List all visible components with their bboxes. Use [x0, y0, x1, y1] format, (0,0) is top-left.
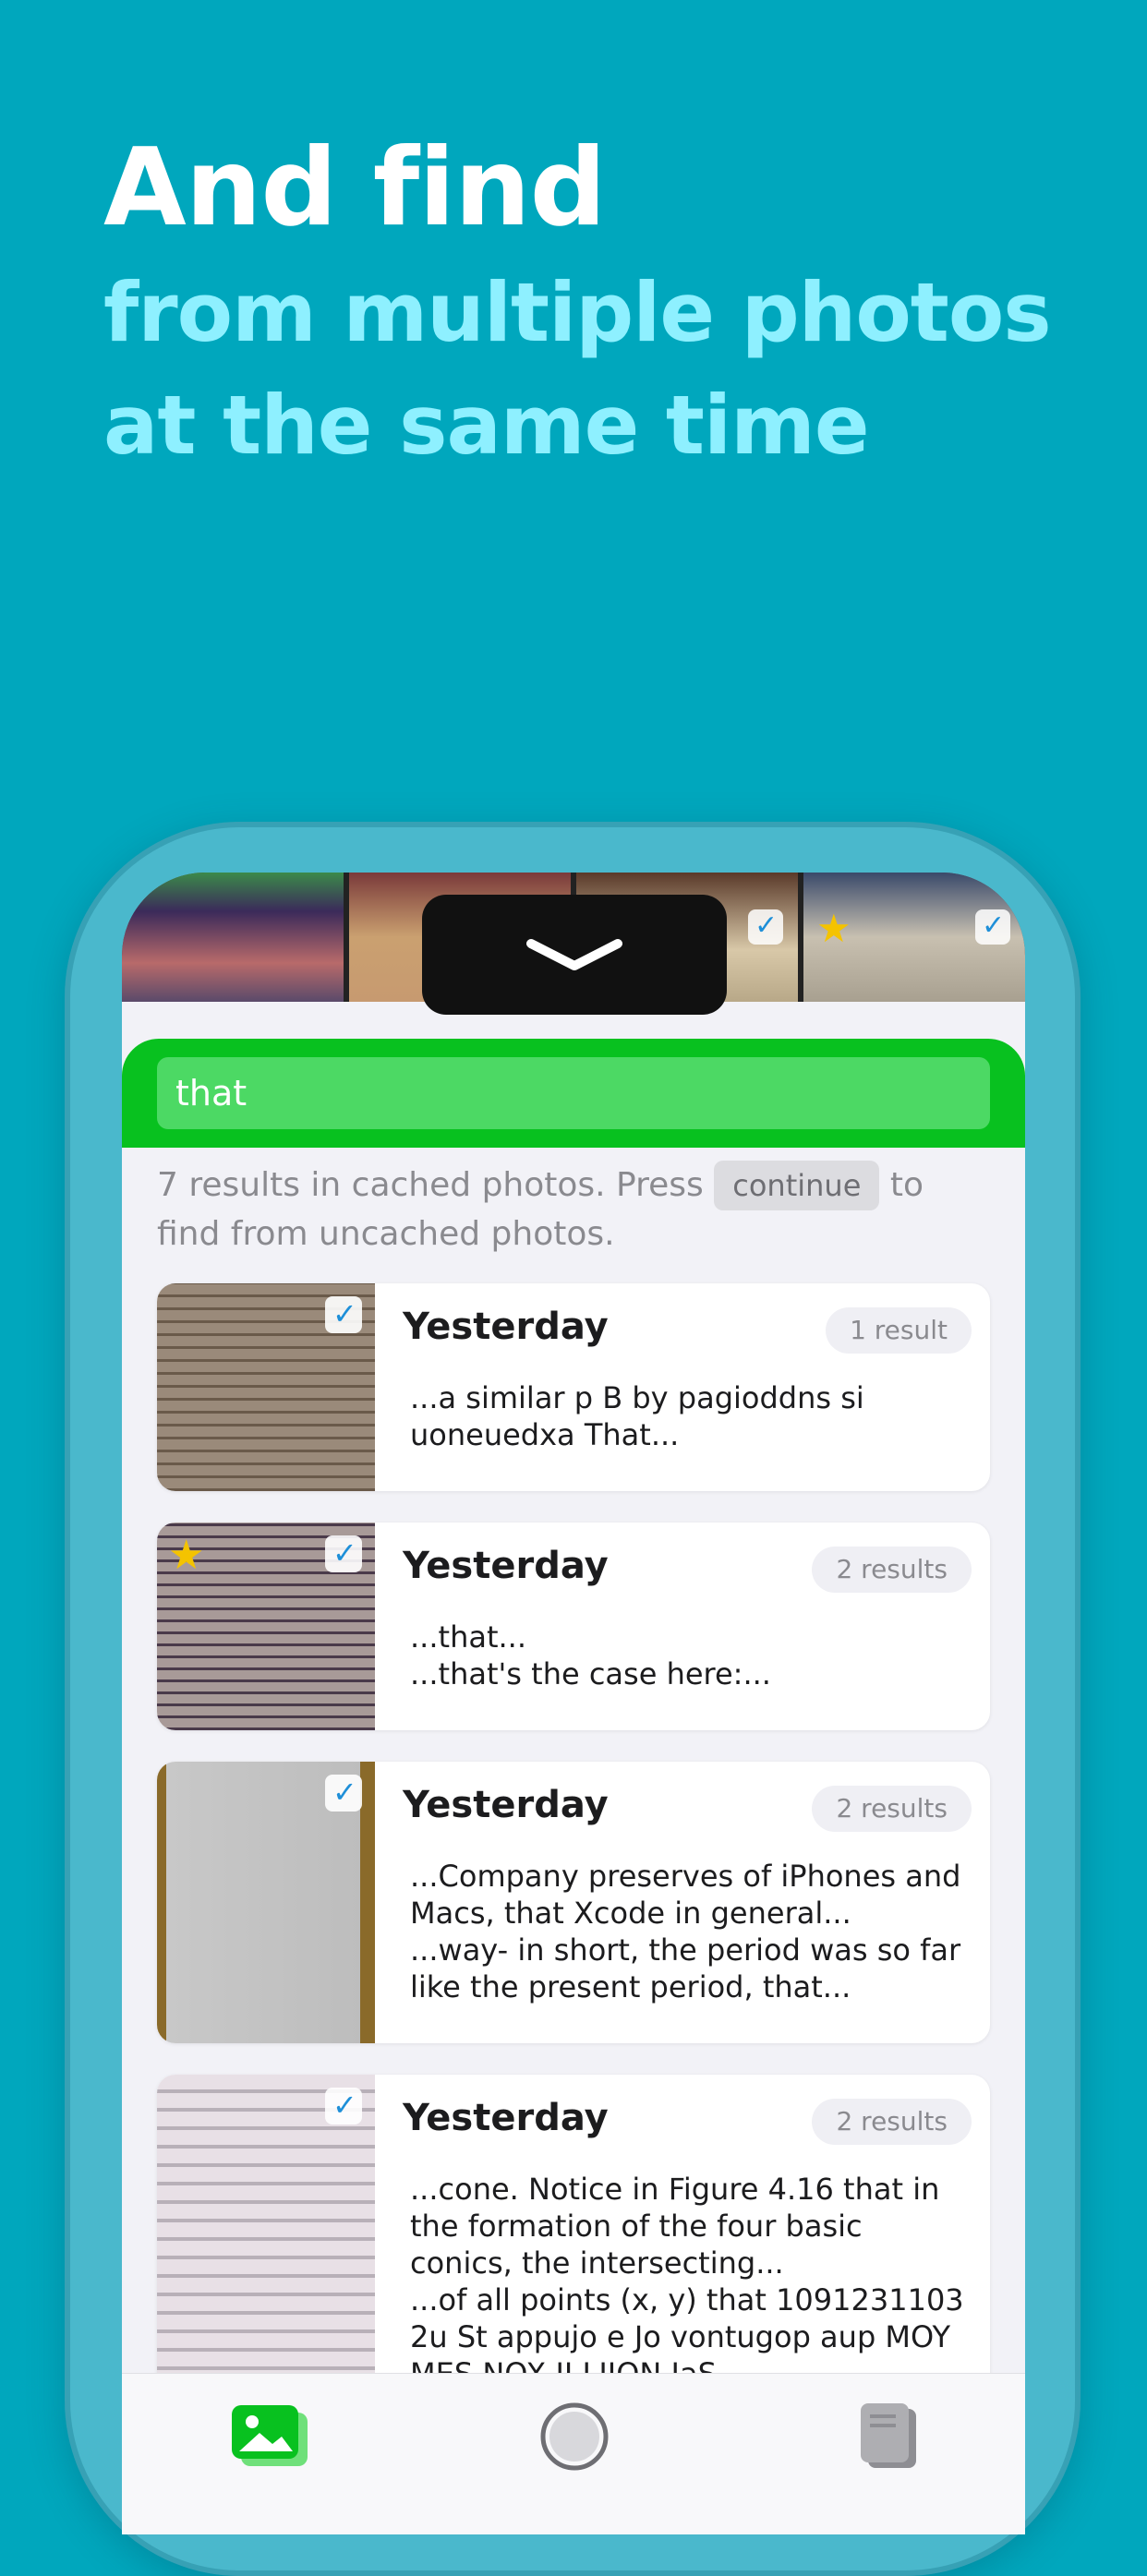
- result-title: Yesterday: [403, 1545, 609, 1587]
- tab-photos[interactable]: [228, 2400, 311, 2477]
- collapse-button[interactable]: [422, 895, 727, 1015]
- star-icon: ★: [168, 1532, 205, 1579]
- tab-camera[interactable]: [537, 2400, 611, 2477]
- result-title: Yesterday: [403, 1306, 609, 1348]
- tab-bar: [122, 2373, 1025, 2534]
- checkmark-icon: [975, 909, 1010, 945]
- lists-icon: [861, 2403, 916, 2468]
- photo-thumbnail[interactable]: ★: [803, 873, 1025, 1002]
- result-thumbnail: ★: [157, 1523, 375, 1730]
- result-count-badge: 1 result: [826, 1307, 972, 1354]
- result-thumbnail: [157, 1283, 375, 1491]
- result-snippet: ...Company preserves of iPhones and Macs…: [410, 1859, 961, 1931]
- checkmark-icon[interactable]: [325, 1296, 362, 1333]
- result-count-badge: 2 results: [812, 1786, 972, 1832]
- result-snippet: ...a similar p B by pagioddns si uoneued…: [410, 1380, 864, 1452]
- headline-subtitle-line1: from multiple photos: [103, 265, 1052, 360]
- phone-screen: ★ that 7 results in cached photos. Press…: [122, 873, 1025, 2534]
- headline-subtitle-line2: at the same time: [103, 378, 870, 473]
- result-card[interactable]: Yesterday 1 result ...a similar p B by p…: [157, 1283, 990, 1491]
- checkmark-icon: [748, 909, 783, 945]
- result-count-badge: 2 results: [812, 2099, 972, 2145]
- result-snippets: ...a similar p B by pagioddns si uoneued…: [410, 1379, 968, 1453]
- headline-title: And find: [103, 126, 607, 250]
- result-snippets: ...Company preserves of iPhones and Macs…: [410, 1858, 968, 2005]
- photo-thumbnail[interactable]: [122, 873, 344, 1002]
- result-snippet: ...cone. Notice in Figure 4.16 that in t…: [410, 2172, 940, 2281]
- chevron-down-icon: [526, 939, 622, 970]
- result-snippets: ...that... ...that's the case here:...: [410, 1619, 968, 1692]
- photos-icon: [232, 2405, 308, 2466]
- headline: And find from multiple photos at the sam…: [103, 122, 1052, 480]
- search-input[interactable]: that: [157, 1057, 990, 1129]
- star-icon: ★: [816, 906, 851, 951]
- tab-lists[interactable]: [851, 2400, 925, 2477]
- continue-button[interactable]: continue: [714, 1161, 880, 1210]
- search-header: that: [122, 1039, 1025, 1148]
- result-card[interactable]: ★ Yesterday 2 results ...that... ...that…: [157, 1523, 990, 1730]
- results-info: 7 results in cached photos. Press contin…: [157, 1161, 988, 1258]
- camera-shutter-icon: [540, 2402, 609, 2471]
- result-snippet: ...way- in short, the period was so far …: [410, 1932, 961, 2004]
- result-count-badge: 2 results: [812, 1547, 972, 1593]
- result-snippet: ...that...: [410, 1619, 527, 1655]
- checkmark-icon[interactable]: [325, 1775, 362, 1812]
- checkmark-icon[interactable]: [325, 1535, 362, 1572]
- result-title: Yesterday: [403, 2097, 609, 2139]
- result-title: Yesterday: [403, 1784, 609, 1826]
- result-snippets: ...cone. Notice in Figure 4.16 that in t…: [410, 2171, 968, 2392]
- result-card[interactable]: Yesterday 2 results ...Company preserves…: [157, 1762, 990, 2043]
- result-thumbnail: [157, 1762, 375, 2043]
- result-snippet: ...that's the case here:...: [410, 1656, 771, 1691]
- checkmark-icon[interactable]: [325, 2088, 362, 2125]
- results-info-text: 7 results in cached photos. Press: [157, 1166, 704, 1204]
